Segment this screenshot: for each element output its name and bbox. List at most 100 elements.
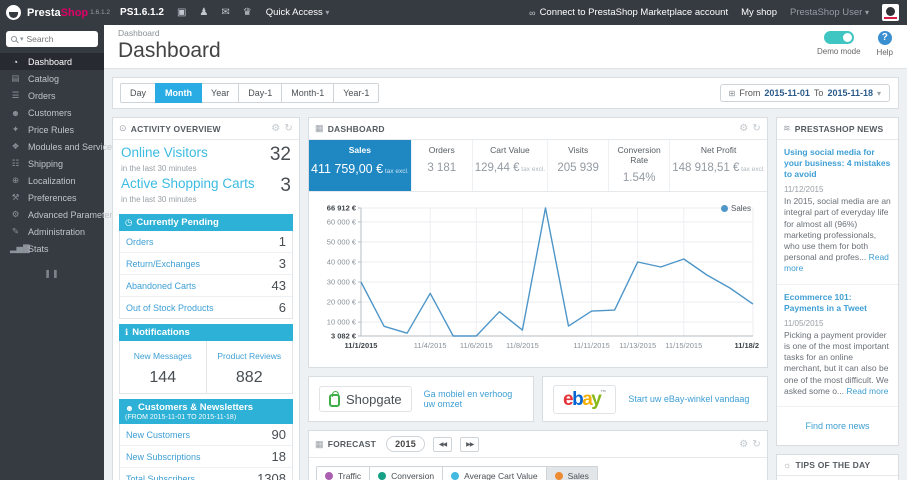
forecast-toggle-traffic[interactable]: Traffic bbox=[316, 466, 371, 480]
sidebar-item-preferences[interactable]: ⚒ Preferences bbox=[0, 189, 104, 206]
dashboard-panel: ▦ DASHBOARD ⚙ ↻ Sales 411 759,00 € tax ex… bbox=[308, 117, 772, 368]
user-menu[interactable]: PrestaShop User ▾ bbox=[790, 7, 869, 18]
sidebar-item-label: Preferences bbox=[28, 192, 77, 203]
sidebar-item-administration[interactable]: ✎ Administration bbox=[0, 223, 104, 240]
sidebar-item-dashboard[interactable]: ◔ Dashboard bbox=[0, 53, 104, 70]
activity-row-value: 18 bbox=[271, 449, 286, 464]
sidebar-item-price-rules[interactable]: ✦ Price Rules bbox=[0, 121, 104, 138]
cart-icon[interactable]: ▣ bbox=[177, 7, 186, 18]
demo-mode-toggle[interactable] bbox=[823, 31, 854, 44]
gear-icon[interactable]: ⚙ bbox=[271, 123, 280, 134]
filter-year-button[interactable]: Year bbox=[201, 83, 240, 103]
activity-row-link[interactable]: Return/Exchanges bbox=[126, 259, 200, 269]
gear-icon[interactable]: ⚙ bbox=[739, 123, 748, 134]
activity-row-link[interactable]: Abandoned Carts bbox=[126, 281, 196, 291]
cart-icon: ▦ bbox=[315, 123, 324, 133]
breadcrumb[interactable]: Dashboard bbox=[118, 28, 897, 38]
notification-cell-new-messages: New Messages 144 bbox=[120, 341, 207, 393]
active-carts-link[interactable]: Active Shopping Carts bbox=[121, 176, 255, 191]
content-area: Day Month Year Day-1 Month-1 Year-1 ⊞ From 20… bbox=[104, 69, 907, 480]
date-range-button[interactable]: ⊞ From 2015-11-01 To 2015-11-18 ▾ bbox=[719, 84, 890, 102]
kpi-tab-orders[interactable]: Orders 3 181 bbox=[412, 140, 473, 191]
activity-row-link[interactable]: Total Subscribers bbox=[126, 474, 195, 480]
notification-link[interactable]: Product Reviews bbox=[217, 351, 281, 361]
prestashop-logo-icon bbox=[6, 5, 21, 20]
activity-row-link[interactable]: Orders bbox=[126, 237, 154, 247]
kpi-tab-conversion-rate[interactable]: Conversion Rate 1.54% bbox=[609, 140, 671, 191]
demo-mode-label: Demo mode bbox=[816, 47, 861, 56]
quick-access-menu[interactable]: Quick Access ▾ bbox=[266, 7, 330, 18]
kpi-tab-visits[interactable]: Visits 205 939 bbox=[548, 140, 610, 191]
messages-icon[interactable]: ✉ bbox=[221, 7, 229, 18]
customers-icon: ☻ bbox=[11, 107, 20, 118]
kpi-suffix: tax excl. bbox=[519, 166, 546, 173]
trophy-icon[interactable]: ♛ bbox=[243, 7, 252, 18]
collapse-menu-icon[interactable]: ❚❚ bbox=[0, 269, 104, 278]
forecast-next-button[interactable]: ▶▶ bbox=[460, 436, 480, 452]
kpi-tab-sales[interactable]: Sales 411 759,00 € tax excl. bbox=[309, 140, 412, 191]
forecast-toggle-sales[interactable]: Sales bbox=[545, 466, 598, 480]
sidebar-item-orders[interactable]: ☰ Orders bbox=[0, 87, 104, 104]
kpi-tab-net-profit[interactable]: Net Profit 148 918,51 € tax excl. bbox=[670, 140, 767, 191]
activity-row-out-of-stock-products: Out of Stock Products 6 bbox=[120, 297, 292, 318]
read-more-link[interactable]: Read more bbox=[846, 386, 888, 396]
activity-row-value: 1308 bbox=[257, 471, 286, 480]
filter-month-1-button[interactable]: Month-1 bbox=[281, 83, 335, 103]
refresh-icon[interactable]: ↻ bbox=[284, 123, 293, 134]
filter-day-1-button[interactable]: Day-1 bbox=[238, 83, 283, 103]
kpi-value: 3 181 bbox=[427, 162, 457, 174]
filter-day-button[interactable]: Day bbox=[120, 83, 157, 103]
online-visitors-link[interactable]: Online Visitors bbox=[121, 145, 208, 160]
shipping-icon: ☷ bbox=[11, 158, 20, 168]
notification-cell-product-reviews: Product Reviews 882 bbox=[207, 341, 293, 393]
sidebar-item-label: Stats bbox=[28, 243, 49, 254]
forecast-toggle-label: Average Cart Value bbox=[464, 471, 538, 480]
search-input[interactable] bbox=[26, 34, 93, 44]
find-more-news-link[interactable]: Find more news bbox=[805, 421, 869, 431]
kpi-value: 129,44 € tax excl. bbox=[474, 162, 546, 174]
help-icon[interactable]: ? bbox=[877, 31, 892, 45]
my-shop-link[interactable]: My shop bbox=[741, 7, 777, 18]
sidebar-item-customers[interactable]: ☻ Customers bbox=[0, 104, 104, 121]
forecast-toggle-average-cart-value[interactable]: Average Cart Value bbox=[442, 466, 547, 480]
ebay-link[interactable]: Start uw eBay-winkel vandaag bbox=[628, 394, 749, 404]
marketplace-link[interactable]: ∞ Connect to PrestaShop Marketplace accou… bbox=[529, 7, 728, 18]
refresh-icon[interactable]: ↻ bbox=[752, 123, 761, 134]
sidebar-item-localization[interactable]: ⊕ Localization bbox=[0, 172, 104, 189]
filter-year-1-button[interactable]: Year-1 bbox=[333, 83, 380, 103]
svg-text:30 000 €: 30 000 € bbox=[327, 278, 357, 287]
sidebar-item-stats[interactable]: ▂▅▇ Stats bbox=[0, 240, 104, 257]
activity-row-link[interactable]: New Customers bbox=[126, 430, 190, 440]
sidebar-item-shipping[interactable]: ☷ Shipping bbox=[0, 155, 104, 172]
avatar[interactable] bbox=[882, 4, 899, 21]
tips-panel-title: TIPS OF THE DAY bbox=[795, 460, 871, 471]
filter-month-button[interactable]: Month bbox=[155, 83, 203, 103]
sidebar-item-label: Price Rules bbox=[28, 124, 75, 135]
sidebar-item-advanced-parameters[interactable]: ⚙ Advanced Parameters bbox=[0, 206, 117, 223]
kpi-value: 411 759,00 € tax excl. bbox=[311, 162, 409, 176]
news-article-title[interactable]: Using social media for your business: 4 … bbox=[784, 147, 891, 180]
svg-text:11/11/2015: 11/11/2015 bbox=[573, 341, 609, 350]
sidebar-item-catalog[interactable]: ▤ Catalog bbox=[0, 70, 104, 87]
sidebar-search[interactable]: ▾ bbox=[6, 31, 98, 47]
shopgate-link[interactable]: Ga mobiel en verhoog uw omzet bbox=[424, 389, 523, 409]
svg-text:11/6/2015: 11/6/2015 bbox=[460, 341, 493, 350]
refresh-icon[interactable]: ↻ bbox=[752, 439, 761, 450]
activity-row-link[interactable]: New Subscriptions bbox=[126, 452, 201, 462]
prestashop-news-panel: ≋ PRESTASHOP NEWS Using social media for… bbox=[776, 117, 899, 447]
forecast-toggle-conversion[interactable]: Conversion bbox=[369, 466, 444, 480]
notification-link[interactable]: New Messages bbox=[134, 351, 192, 361]
read-more-link[interactable]: Read more bbox=[784, 252, 889, 273]
sidebar-item-modules-and-services[interactable]: ❖ Modules and Services bbox=[0, 138, 117, 155]
forecast-prev-button[interactable]: ◀◀ bbox=[432, 436, 453, 452]
svg-text:10 000 €: 10 000 € bbox=[327, 318, 357, 327]
forecast-toggle-label: Traffic bbox=[338, 471, 362, 480]
ebay-logo: ebay™ bbox=[553, 384, 617, 414]
customers-quick-icon[interactable]: ♟ bbox=[199, 7, 208, 18]
kpi-label: Cart Value bbox=[490, 145, 530, 155]
gear-icon[interactable]: ⚙ bbox=[739, 439, 748, 450]
modules-icon: ❖ bbox=[11, 141, 20, 151]
kpi-tab-cart-value[interactable]: Cart Value 129,44 € tax excl. bbox=[473, 140, 549, 191]
news-article-title[interactable]: Ecommerce 101: Payments in a Tweet bbox=[784, 292, 891, 314]
activity-row-link[interactable]: Out of Stock Products bbox=[126, 303, 214, 313]
